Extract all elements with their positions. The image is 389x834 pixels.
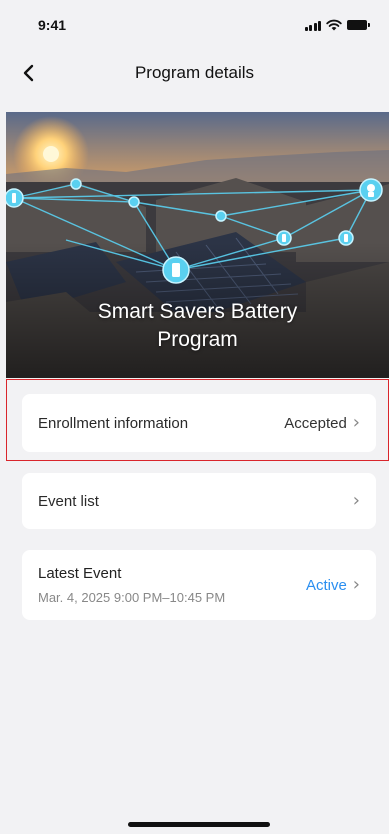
chevron-right-icon: ›: [352, 412, 360, 433]
back-button[interactable]: [12, 56, 46, 90]
chevron-right-icon: ›: [352, 574, 360, 595]
event-list-row[interactable]: Event list ›: [22, 473, 376, 529]
program-title: Smart Savers Battery Program: [97, 300, 298, 351]
chevron-right-icon: ›: [352, 490, 360, 511]
event-list-label: Event list: [38, 492, 99, 510]
program-hero-image: Smart Savers Battery Program: [6, 112, 389, 378]
status-bar: 9:41: [0, 0, 389, 50]
enrollment-label: Enrollment information: [38, 414, 189, 432]
wifi-icon: [326, 19, 342, 31]
latest-event-label: Latest Event: [38, 565, 122, 582]
latest-event-status: Active: [305, 576, 347, 594]
latest-event-info: Latest Event Mar. 4, 2025 9:00 PM–10:45 …: [38, 565, 225, 605]
status-time: 9:41: [38, 17, 67, 33]
signal-icon: [304, 20, 321, 31]
latest-event-row[interactable]: Latest Event Mar. 4, 2025 9:00 PM–10:45 …: [22, 550, 376, 620]
latest-event-time: Mar. 4, 2025 9:00 PM–10:45 PM: [38, 590, 226, 605]
nav-bar: Program details: [0, 50, 389, 96]
home-indicator: [128, 822, 270, 827]
page-title: Program details: [134, 63, 255, 82]
enrollment-information-row[interactable]: Enrollment information Accepted ›: [22, 394, 376, 452]
latest-event-status-group: Active ›: [306, 576, 360, 594]
enrollment-status-group: Accepted ›: [284, 414, 360, 432]
chevron-left-icon: [23, 64, 34, 82]
enrollment-status: Accepted: [284, 414, 347, 432]
battery-icon: [347, 20, 370, 30]
status-icons: [304, 19, 370, 31]
